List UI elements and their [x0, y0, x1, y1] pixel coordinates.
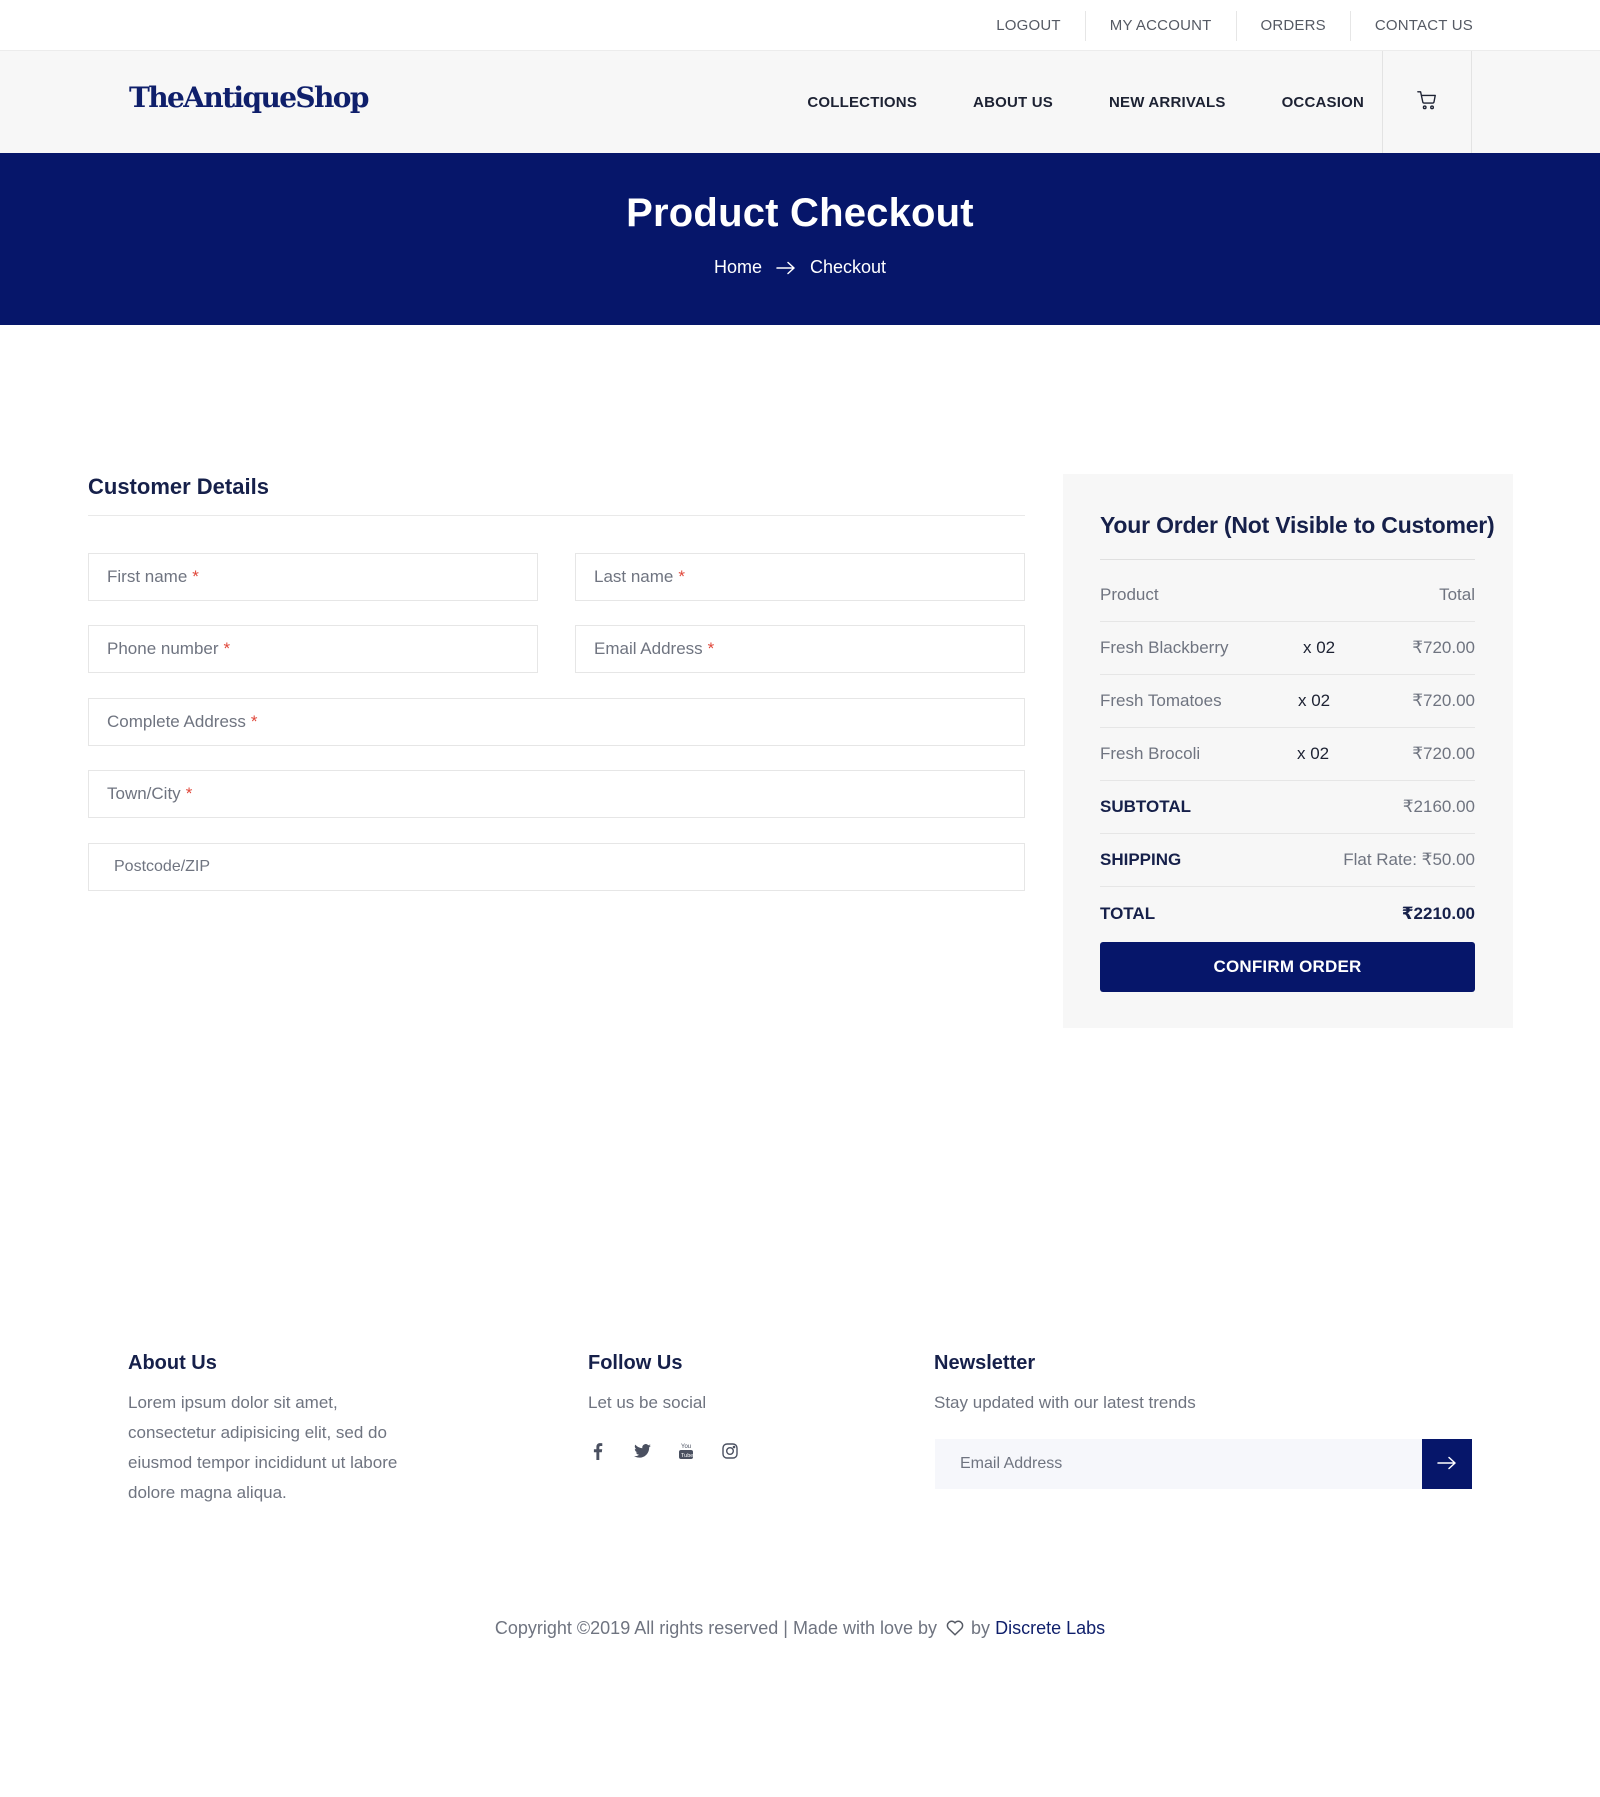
total-value: ₹2210.00 [1401, 903, 1475, 923]
city-field[interactable]: Town/City * [88, 770, 1025, 818]
main-nav: COLLECTIONS ABOUT US NEW ARRIVALS OCCASI… [807, 51, 1364, 153]
cart-button[interactable] [1382, 51, 1472, 153]
address-placeholder: Complete Address [107, 712, 246, 731]
address-field[interactable]: Complete Address * [88, 698, 1025, 746]
order-summary-title: Your Order (Not Visible to Customer) [1100, 512, 1495, 538]
required-marker: * [185, 784, 193, 803]
twitter-icon[interactable] [632, 1441, 652, 1461]
nav-new-arrivals[interactable]: NEW ARRIVALS [1109, 94, 1226, 111]
top-utility-bar: LOGOUT MY ACCOUNT ORDERS CONTACT US [0, 0, 1600, 51]
item-quantity: x 02 [1297, 744, 1330, 763]
breadcrumb-home[interactable]: Home [714, 257, 762, 278]
item-quantity: x 02 [1298, 691, 1331, 710]
footer-about-title: About Us [128, 1352, 217, 1374]
contact-us-link[interactable]: CONTACT US [1349, 10, 1473, 41]
cart-icon [1416, 89, 1438, 116]
order-item-row: Fresh Tomatoes x 02 ₹720.00 [1100, 675, 1475, 728]
order-header-row: Product Total [1100, 569, 1475, 622]
newsletter-email-input[interactable] [935, 1439, 1422, 1489]
top-links: LOGOUT MY ACCOUNT ORDERS CONTACT US [972, 0, 1473, 51]
first-name-field[interactable]: First name * [88, 553, 538, 601]
shipping-row: SHIPPING Flat Rate: ₹50.00 [1100, 834, 1475, 887]
last-name-field[interactable]: Last name * [575, 553, 1025, 601]
discrete-labs-link[interactable]: Discrete Labs [995, 1618, 1105, 1638]
shipping-label: SHIPPING [1100, 850, 1182, 869]
item-name: Fresh Brocoli [1100, 744, 1201, 763]
page-hero: Product Checkout Home Checkout [0, 153, 1600, 325]
required-marker: * [707, 639, 715, 658]
required-marker: * [223, 639, 231, 658]
item-name: Fresh Tomatoes [1100, 691, 1222, 710]
my-account-link[interactable]: MY ACCOUNT [1084, 10, 1236, 41]
item-name: Fresh Blackberry [1100, 638, 1229, 657]
breadcrumb: Home Checkout [0, 257, 1600, 278]
order-summary-panel: Your Order (Not Visible to Customer) Pro… [1063, 474, 1513, 1028]
required-marker: * [192, 567, 199, 586]
email-field[interactable]: Email Address * [575, 625, 1025, 673]
last-name-placeholder: Last name [594, 567, 674, 586]
arrow-right-icon [776, 261, 796, 275]
total-label: TOTAL [1100, 903, 1156, 923]
main-header: TheAntiqueShop COLLECTIONS ABOUT US NEW … [0, 51, 1600, 153]
item-price: ₹720.00 [1412, 691, 1475, 710]
social-links: You Tube [588, 1441, 764, 1461]
total-row: TOTAL ₹2210.00 [1100, 887, 1475, 940]
footer-newsletter-text: Stay updated with our latest trends [934, 1393, 1196, 1412]
heart-icon [946, 1620, 964, 1641]
copyright-line: Copyright ©2019 All rights reserved | Ma… [0, 1618, 1600, 1641]
postcode-placeholder: Postcode/ZIP [114, 858, 211, 875]
shipping-value: Flat Rate: ₹50.00 [1343, 850, 1475, 869]
arrow-right-icon [1437, 1456, 1457, 1473]
logout-link[interactable]: LOGOUT [972, 11, 1085, 41]
facebook-icon[interactable] [588, 1441, 608, 1461]
youtube-icon[interactable]: You Tube [676, 1441, 696, 1461]
copyright-text: Copyright ©2019 All rights reserved | Ma… [494, 1618, 938, 1638]
svg-text:Tube: Tube [681, 1453, 693, 1459]
subtotal-row: SUBTOTAL ₹2160.00 [1100, 781, 1475, 834]
site-logo[interactable]: TheAntiqueShop [129, 81, 369, 114]
email-placeholder: Email Address [594, 639, 703, 658]
footer-follow-text: Let us be social [588, 1393, 707, 1412]
orders-link[interactable]: ORDERS [1235, 10, 1350, 41]
nav-about-us[interactable]: ABOUT US [973, 94, 1053, 111]
item-price: ₹720.00 [1412, 744, 1475, 763]
newsletter-submit-button[interactable] [1422, 1439, 1472, 1489]
total-column-header: Total [1439, 585, 1475, 604]
nav-collections[interactable]: COLLECTIONS [807, 94, 917, 111]
phone-field[interactable]: Phone number * [88, 625, 538, 673]
footer-follow-title: Follow Us [588, 1352, 683, 1374]
copyright-by: by [971, 1618, 991, 1638]
postcode-field[interactable]: Postcode/ZIP [88, 843, 1025, 891]
subtotal-value: ₹2160.00 [1402, 797, 1475, 816]
required-marker: * [250, 712, 258, 731]
item-price: ₹720.00 [1412, 638, 1475, 657]
order-item-row: Fresh Brocoli x 02 ₹720.00 [1100, 728, 1475, 781]
first-name-placeholder: First name [107, 567, 188, 586]
customer-details-title: Customer Details [88, 474, 269, 499]
footer-about-text: Lorem ipsum dolor sit amet, consectetur … [128, 1393, 398, 1502]
phone-placeholder: Phone number [107, 639, 219, 658]
order-divider [1100, 559, 1475, 560]
required-marker: * [678, 567, 686, 586]
confirm-order-button[interactable]: CONFIRM ORDER [1100, 942, 1475, 992]
page-title: Product Checkout [626, 191, 974, 235]
breadcrumb-current: Checkout [809, 257, 887, 277]
subtotal-label: SUBTOTAL [1100, 797, 1191, 816]
instagram-icon[interactable] [720, 1441, 740, 1461]
item-quantity: x 02 [1303, 638, 1336, 657]
section-divider [88, 515, 1025, 516]
city-placeholder: Town/City [107, 784, 181, 803]
order-item-row: Fresh Blackberry x 02 ₹720.00 [1100, 622, 1475, 675]
nav-occasion[interactable]: OCCASION [1282, 94, 1364, 111]
svg-text:You: You [681, 1444, 691, 1450]
footer-newsletter-title: Newsletter [934, 1352, 1036, 1374]
product-column-header: Product [1100, 585, 1159, 604]
